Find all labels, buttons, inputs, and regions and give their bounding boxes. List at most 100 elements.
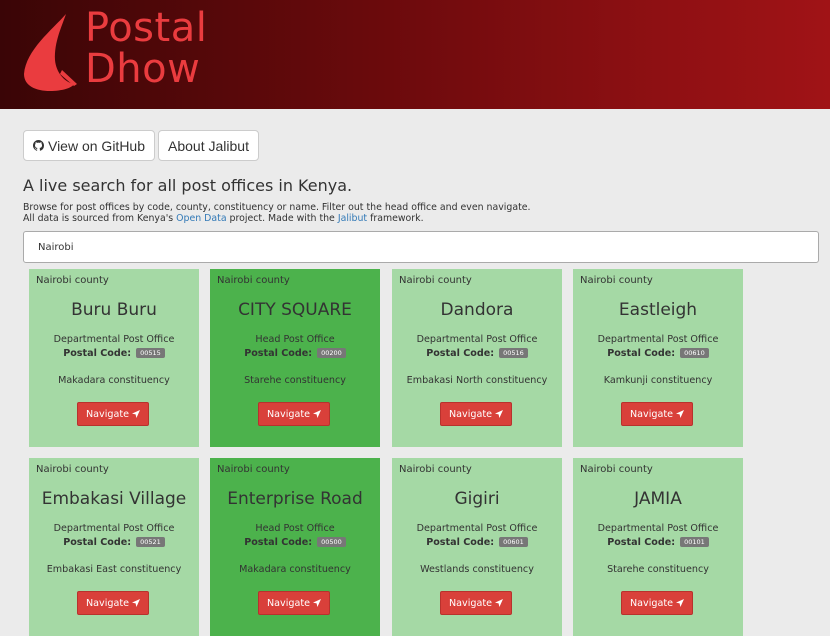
constituency-label: Westlands constituency <box>420 564 534 575</box>
postal-code-row: Postal Code: 00521 <box>29 537 199 548</box>
postal-code-label: Postal Code: <box>607 537 676 548</box>
navigate-button[interactable]: Navigate <box>77 591 149 615</box>
office-type: Departmental Post Office <box>53 334 175 345</box>
navigate-button[interactable]: Navigate <box>440 402 512 426</box>
county-label: Nairobi county <box>36 464 109 475</box>
office-name: Enterprise Road <box>227 489 363 509</box>
postal-code-label: Postal Code: <box>63 537 132 548</box>
post-office-card: Nairobi county Enterprise Road Head Post O… <box>210 458 380 636</box>
office-name: Eastleigh <box>618 300 698 320</box>
postal-code-badge: 00610 <box>680 348 709 358</box>
post-office-card: Nairobi county Dandora Departmental Post O… <box>392 269 562 447</box>
about-jalibut-button[interactable]: About Jalibut <box>158 130 259 161</box>
jalibut-link[interactable]: Jalibut <box>338 213 367 224</box>
office-type: Head Post Office <box>255 523 335 534</box>
office-name: Embakasi Village <box>41 489 187 509</box>
postal-code-row: Postal Code: 00101 <box>573 537 743 548</box>
county-label: Nairobi county <box>580 464 653 475</box>
office-type: Departmental Post Office <box>53 523 175 534</box>
dhow-sail-icon <box>24 14 77 91</box>
description-line2: All data is sourced from Kenya's Open Da… <box>23 213 531 224</box>
location-arrow-icon <box>313 410 322 418</box>
postal-code-row: Postal Code: 00610 <box>573 348 743 359</box>
description-mid: project. Made with the <box>226 213 338 224</box>
postal-code-label: Postal Code: <box>426 537 495 548</box>
postal-code-badge: 00515 <box>136 348 165 358</box>
constituency-label: Makadara constituency <box>58 375 170 386</box>
location-arrow-icon <box>676 410 685 418</box>
navigate-button[interactable]: Navigate <box>258 402 330 426</box>
description-prefix: All data is sourced from Kenya's <box>23 213 177 224</box>
open-data-link[interactable]: Open Data <box>176 213 226 224</box>
office-type: Departmental Post Office <box>416 334 538 345</box>
county-label: Nairobi county <box>217 275 290 286</box>
search-input[interactable] <box>23 231 819 263</box>
navigate-label: Navigate <box>629 597 674 609</box>
county-label: Nairobi county <box>399 275 472 286</box>
postal-code-badge: 00521 <box>136 537 165 547</box>
location-arrow-icon <box>132 599 141 607</box>
constituency-label: Embakasi East constituency <box>46 564 182 575</box>
postal-code-row: Postal Code: 00515 <box>29 348 199 359</box>
post-office-card: Nairobi county Buru Buru Departmental Post… <box>29 269 199 447</box>
office-type: Departmental Post Office <box>597 523 719 534</box>
office-name: JAMIA <box>634 489 682 509</box>
app-name-line2: Dhow <box>85 46 201 92</box>
office-name: Gigiri <box>454 489 500 509</box>
postal-code-row: Postal Code: 00601 <box>392 537 562 548</box>
navigate-button[interactable]: Navigate <box>621 591 693 615</box>
description-line1: Browse for post offices by code, county,… <box>23 202 531 213</box>
location-arrow-icon <box>313 599 322 607</box>
description-suffix: framework. <box>367 213 424 224</box>
navigate-label: Navigate <box>85 408 130 420</box>
navigate-button[interactable]: Navigate <box>258 591 330 615</box>
post-office-card: Nairobi county Embakasi Village Department… <box>29 458 199 636</box>
post-office-card: Nairobi county JAMIA Departmental Post Off… <box>573 458 743 636</box>
county-label: Nairobi county <box>36 275 109 286</box>
postal-code-badge: 00200 <box>317 348 346 358</box>
github-icon <box>32 140 44 151</box>
county-label: Nairobi county <box>399 464 472 475</box>
app-name-line1: Postal <box>85 5 208 51</box>
postal-code-label: Postal Code: <box>244 348 313 359</box>
about-button-label: About Jalibut <box>168 137 249 154</box>
navigate-button[interactable]: Navigate <box>77 402 149 426</box>
office-name: Buru Buru <box>71 300 157 320</box>
office-name: Dandora <box>440 300 514 320</box>
office-name: CITY SQUARE <box>238 300 352 320</box>
navigate-label: Navigate <box>629 408 674 420</box>
constituency-label: Starehe constituency <box>244 375 346 386</box>
constituency-label: Kamkunji constituency <box>603 375 713 386</box>
postal-code-row: Postal Code: 00200 <box>210 348 380 359</box>
navigate-label: Navigate <box>448 408 493 420</box>
constituency-label: Makadara constituency <box>239 564 351 575</box>
office-type: Head Post Office <box>255 334 335 345</box>
postal-code-row: Postal Code: 00500 <box>210 537 380 548</box>
navigate-button[interactable]: Navigate <box>621 402 693 426</box>
location-arrow-icon <box>495 410 504 418</box>
view-on-github-button[interactable]: View on GitHub <box>23 130 155 161</box>
site-header: Postal Dhow <box>0 0 830 109</box>
office-type: Departmental Post Office <box>416 523 538 534</box>
navigate-label: Navigate <box>448 597 493 609</box>
postal-code-badge: 00500 <box>317 537 346 547</box>
navigate-label: Navigate <box>266 597 311 609</box>
postal-code-row: Postal Code: 00516 <box>392 348 562 359</box>
constituency-label: Starehe constituency <box>607 564 709 575</box>
page-description: Browse for post offices by code, county,… <box>23 202 531 224</box>
postal-code-label: Postal Code: <box>63 348 132 359</box>
post-office-card: Nairobi county Gigiri Departmental Post Of… <box>392 458 562 636</box>
postal-code-label: Postal Code: <box>607 348 676 359</box>
page-headline: A live search for all post offices in Ke… <box>23 176 353 195</box>
post-office-card: Nairobi county CITY SQUARE Head Post Offic… <box>210 269 380 447</box>
location-arrow-icon <box>495 599 504 607</box>
postal-code-badge: 00516 <box>499 348 528 358</box>
postal-code-label: Postal Code: <box>244 537 313 548</box>
location-arrow-icon <box>132 410 141 418</box>
postal-code-badge: 00101 <box>680 537 709 547</box>
navigate-label: Navigate <box>266 408 311 420</box>
navigate-button[interactable]: Navigate <box>440 591 512 615</box>
github-button-label: View on GitHub <box>47 137 145 154</box>
postal-code-label: Postal Code: <box>426 348 495 359</box>
app-logo-text: Postal Dhow <box>85 8 207 90</box>
